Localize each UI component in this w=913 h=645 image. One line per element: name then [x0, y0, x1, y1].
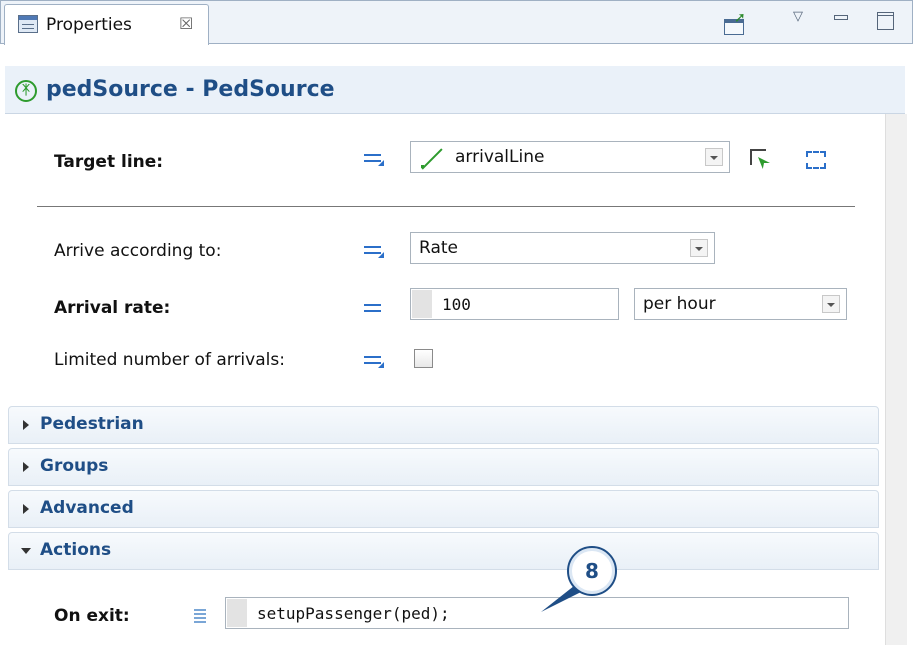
view-tab-bar: Properties ☒ ▽ [0, 0, 913, 45]
equals-icon[interactable] [364, 302, 384, 316]
chevron-down-icon[interactable] [705, 148, 723, 166]
on-exit-code: setupPassenger(ped); [257, 604, 450, 623]
chevron-down-icon[interactable] [822, 295, 840, 313]
on-exit-code-field[interactable]: setupPassenger(ped); [225, 597, 849, 629]
arrival-rate-unit-select[interactable]: per hour [634, 288, 847, 320]
divider [37, 206, 855, 207]
properties-icon [18, 15, 38, 33]
arrival-rate-unit-value: per hour [643, 294, 716, 314]
chevron-right-icon [23, 462, 29, 472]
dynamic-value-icon[interactable] [364, 354, 384, 368]
section-title: Advanced [40, 498, 134, 518]
tab-title: Properties [46, 15, 132, 35]
field-gutter [227, 599, 247, 627]
chevron-down-icon[interactable] [690, 239, 708, 257]
target-line-value: arrivalLine [455, 147, 545, 167]
dynamic-value-icon[interactable] [364, 244, 384, 258]
section-title: Actions [40, 540, 112, 560]
on-exit-label: On exit: [54, 606, 130, 626]
properties-tab[interactable]: Properties ☒ [4, 4, 209, 45]
arrive-according-label: Arrive according to: [54, 241, 222, 261]
limited-arrivals-label: Limited number of arrivals: [54, 350, 285, 370]
target-line-combo[interactable]: arrivalLine [410, 141, 730, 173]
callout-badge: 8 [567, 546, 617, 596]
line-icon [419, 147, 445, 169]
pedestrian-icon: ᛡ [15, 80, 37, 102]
minimize-icon[interactable] [834, 15, 848, 20]
view-menu-icon[interactable]: ▽ [793, 9, 803, 24]
pin-view-icon[interactable] [724, 10, 746, 35]
limited-arrivals-checkbox[interactable] [414, 349, 433, 368]
arrival-rate-input[interactable]: 100 [410, 288, 619, 320]
dynamic-value-icon[interactable] [364, 152, 384, 166]
chevron-right-icon [23, 420, 29, 430]
section-actions[interactable]: Actions [8, 532, 879, 570]
field-gutter [412, 290, 432, 318]
page-title: pedSource - PedSource [46, 77, 335, 102]
chevron-down-icon [21, 548, 31, 554]
section-groups[interactable]: Groups [8, 448, 879, 486]
arrive-according-select[interactable]: Rate [410, 232, 715, 264]
show-in-canvas-icon[interactable] [806, 151, 826, 169]
section-title: Groups [40, 456, 109, 476]
section-pedestrian[interactable]: Pedestrian [8, 406, 879, 444]
target-line-label: Target line: [54, 152, 164, 172]
properties-header: ᛡ pedSource - PedSource [5, 66, 905, 114]
chevron-right-icon [23, 504, 29, 514]
vertical-scrollbar[interactable] [885, 114, 907, 645]
arrive-according-value: Rate [419, 238, 458, 258]
section-title: Pedestrian [40, 414, 144, 434]
close-icon[interactable]: ☒ [179, 14, 193, 33]
arrival-rate-value: 100 [442, 295, 471, 314]
select-from-canvas-icon[interactable] [748, 147, 772, 171]
code-field-icon [194, 609, 206, 625]
section-advanced[interactable]: Advanced [8, 490, 879, 528]
arrival-rate-label: Arrival rate: [54, 298, 171, 318]
maximize-icon[interactable] [877, 12, 894, 30]
